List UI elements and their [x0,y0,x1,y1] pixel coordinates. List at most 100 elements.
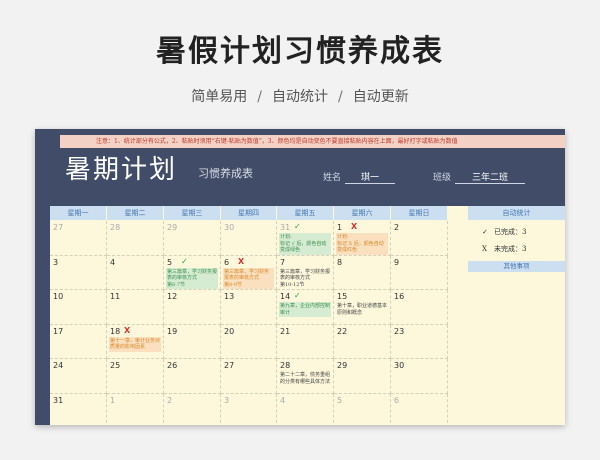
plan-text: 计划: [337,234,349,240]
check-icon: ✓ [294,222,301,231]
day-number: 20 [224,326,235,336]
stat-undone-label: 未完成：3 [494,245,527,253]
class-value[interactable]: 三年二班 [455,170,526,184]
day-cell[interactable]: 17 [50,324,107,359]
day-cell[interactable]: 3 [221,393,277,425]
day-number: 4 [110,257,116,267]
day-number: 12 [167,292,178,301]
day-number: 18 [110,326,121,336]
day-cell[interactable]: 31 ✓ 计划: 标记 √ 后，颜色自动变成绿色 [277,221,334,256]
day-number: 26 [167,361,178,370]
day-cell[interactable]: 9 [391,255,448,290]
day-cell[interactable]: 6 [391,393,448,425]
day-cell[interactable]: 24 [50,359,107,394]
day-cell[interactable]: 21 [277,324,334,359]
day-cell[interactable]: 28 [107,221,164,256]
day-cell[interactable]: 1 [107,393,164,425]
plan-detail: 第6-7节 [167,281,186,288]
day-cell[interactable]: 8 [334,255,391,290]
check-icon: ✓ [482,228,488,236]
plan-detail: 标记 X 后，颜色自动变成红色 [337,240,384,254]
day-number: 5 [167,257,173,267]
day-cell[interactable]: 2 [164,393,221,425]
class-label: 班级 [433,173,452,183]
weekday-header: 星期日 [391,206,447,220]
day-cell[interactable]: 30 [221,221,277,256]
day-number: 1 [110,395,116,405]
cross-icon: X [124,325,131,335]
notice-banner: 注意：1、统计部分有公式，2、粘贴时须用“右键-粘贴为数值”，3、颜色均是自动变… [60,135,565,148]
plan-text: 计划: [280,234,292,240]
day-cell[interactable]: 6 X 第三篇章，学习财务报表的审核方式 第8-9节 [221,255,277,290]
day-number: 25 [110,361,121,370]
day-cell[interactable]: 29 [164,221,221,256]
hero-title: 暑假计划习惯养成表 [156,34,444,69]
day-cell[interactable]: 30 [391,359,448,394]
day-number: 27 [224,361,235,370]
day-number: 8 [337,257,343,267]
day-cell[interactable]: 29 [334,359,391,394]
day-cell[interactable]: 20 [221,324,277,359]
day-number: 3 [224,395,230,405]
day-cell[interactable]: 26 [164,359,221,394]
cross-icon: X [351,222,358,231]
day-plan-note: 计划: 标记 X 后，颜色自动变成红色 [336,233,388,255]
check-icon: ✓ [294,291,301,300]
plan-text: 第三篇章，学习财务报表的审核方式 [280,268,331,282]
sheet-subtitle: 习惯养成表 [198,167,253,180]
day-cell[interactable]: 25 [107,359,164,394]
day-cell[interactable]: 7 第三篇章，学习财务报表的审核方式 第10-12节 [277,255,334,290]
day-number: 21 [280,326,291,336]
day-cell[interactable]: 10 [50,290,107,325]
day-number: 31 [53,395,64,405]
day-number: 2 [394,223,400,232]
day-cell[interactable]: 14 ✓ 第九章，企业内部控制审计 [277,290,334,325]
weekday-header: 星期六 [334,206,390,220]
day-cell[interactable]: 5 ✓ 第三篇章，学习财务报表的审核方式 第6-7节 [164,255,221,290]
day-number: 23 [394,326,405,336]
day-number: 30 [394,361,405,370]
plan-detail: 第8-9节 [224,281,243,288]
weekday-header: 星期二 [107,206,163,220]
other-items-header: 其他事项 [468,261,565,272]
day-plan-note: 第三篇章，学习财务报表的审核方式 第8-9节 [223,267,274,289]
day-cell[interactable]: 1 X 计划: 标记 X 后，颜色自动变成红色 [334,221,391,256]
day-cell[interactable]: 31 [50,393,107,425]
day-cell[interactable]: 15 第十章，职业道德基本原则和概念 [334,290,391,325]
day-number: 5 [337,395,343,405]
weekday-header: 星期四 [221,206,276,220]
plan-text: 第三篇章，学习财务报表的审核方式 [167,268,218,282]
plan-text: 第三篇章，学习财务报表的审核方式 [224,268,270,282]
day-cell[interactable]: 12 [164,290,221,325]
day-number: 19 [167,326,178,336]
cross-icon: X [238,256,245,266]
day-cell[interactable]: 27 [221,359,277,394]
day-cell[interactable]: 3 [50,255,107,290]
plan-text: 第十一章，审计业务对质量的影响因素 [110,337,161,351]
day-number: 6 [224,257,230,267]
spreadsheet-preview: 注意：1、统计部分有公式，2、粘贴时须用“右键-粘贴为数值”，3、颜色均是自动变… [35,129,565,425]
name-field: 姓名 琪一 [323,170,396,184]
day-cell[interactable]: 2 [391,221,448,256]
day-cell[interactable]: 13 [221,290,277,325]
day-number: 22 [337,326,348,336]
day-number: 14 [280,292,291,301]
day-cell[interactable]: 5 [334,393,391,425]
tag-easy: 简单易用 [191,89,248,105]
day-cell[interactable]: 11 [107,290,164,325]
name-value[interactable]: 琪一 [345,170,396,184]
day-number: 24 [53,361,64,370]
day-cell[interactable]: 19 [164,324,221,359]
day-cell[interactable]: 4 [277,393,334,425]
day-cell[interactable]: 4 [107,255,164,290]
day-cell[interactable]: 28 第二十二章，债务重组的分类有哪些具体方法 [277,359,334,394]
day-plan-note: 计划: 标记 √ 后，颜色自动变成绿色 [279,233,331,255]
day-cell[interactable]: 23 [391,324,448,359]
day-number: 4 [280,395,286,405]
day-cell[interactable]: 16 [391,290,448,325]
day-number: 15 [337,292,348,301]
day-cell[interactable]: 18 X 第十一章，审计业务对质量的影响因素 [107,324,164,359]
day-cell[interactable]: 22 [334,324,391,359]
day-cell[interactable]: 27 [50,221,107,256]
day-number: 6 [394,395,400,405]
